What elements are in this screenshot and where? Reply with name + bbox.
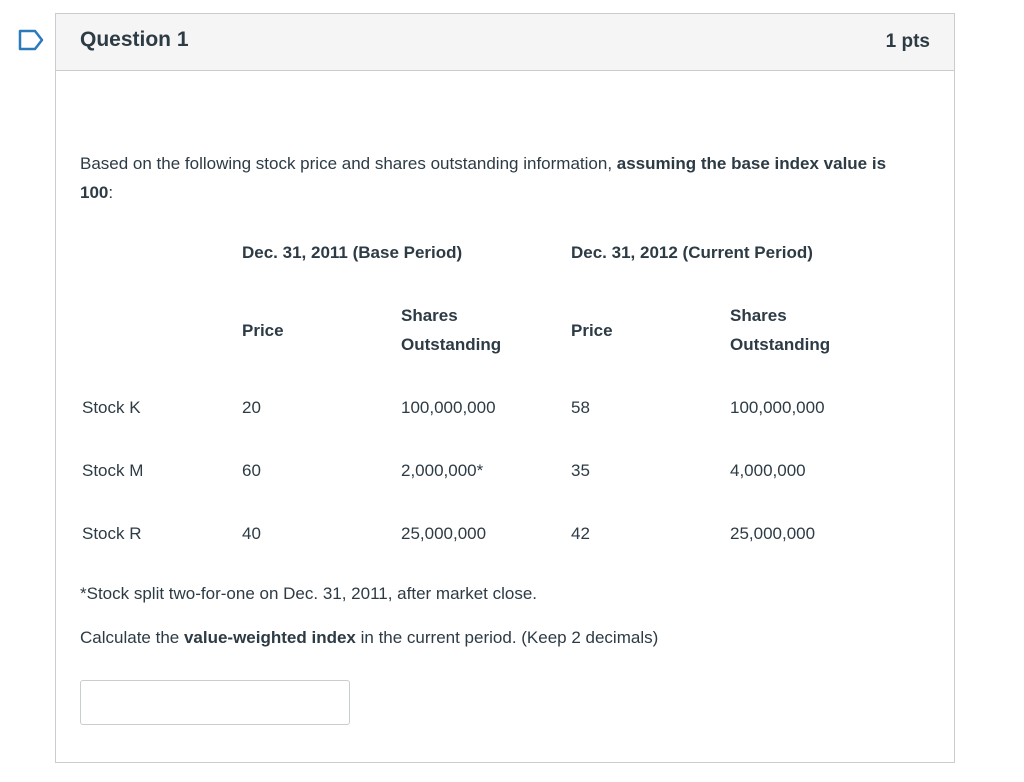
row-base-price: 40 [242, 524, 261, 543]
row-current-shares: 4,000,000 [730, 461, 806, 480]
col-header-base-price: Price [242, 321, 284, 340]
question-title: Question 1 [80, 28, 189, 51]
intro-text: Based on the following stock price and s… [80, 154, 617, 173]
question-intro: Based on the following stock price and s… [80, 149, 920, 207]
prompt-text: Calculate the [80, 628, 184, 647]
row-stock-name: Stock K [82, 398, 141, 417]
group-header-base: Dec. 31, 2011 (Base Period) [242, 243, 463, 262]
row-stock-name: Stock R [82, 524, 142, 543]
question-points: 1 pts [885, 31, 930, 52]
row-base-price: 60 [242, 461, 261, 480]
footnote: *Stock split two-for-one on Dec. 31, 201… [80, 584, 538, 603]
bookmark-flag-icon[interactable] [18, 29, 44, 51]
col-header-line2: Outstanding [401, 335, 502, 354]
question-header: Question 1 1 pts [56, 14, 954, 71]
row-current-shares: 100,000,000 [730, 398, 825, 417]
row-stock-name: Stock M [82, 461, 144, 480]
col-header-base-shares: Shares Outstanding [401, 301, 501, 359]
question-prompt: Calculate the value-weighted index in th… [80, 623, 658, 652]
row-base-shares: 25,000,000 [401, 524, 487, 543]
row-current-shares: 25,000,000 [730, 524, 816, 543]
prompt-text-end: in the current period. (Keep 2 decimals) [355, 628, 659, 647]
col-header-line1: Shares [730, 306, 787, 325]
question-card: Question 1 1 pts Based on the following … [55, 13, 955, 763]
row-current-price: 42 [571, 524, 590, 543]
col-header-line1: Shares [401, 306, 458, 325]
col-header-current-shares: Shares Outstanding [730, 301, 830, 359]
row-base-price: 20 [242, 398, 261, 417]
col-header-line2: Outstanding [730, 335, 831, 354]
prompt-bold-text: value-weighted index [183, 628, 356, 647]
row-base-shares: 100,000,000 [401, 398, 496, 417]
group-header-current: Dec. 31, 2012 (Current Period) [571, 243, 813, 262]
answer-input[interactable] [80, 680, 350, 725]
row-current-price: 58 [571, 398, 590, 417]
col-header-current-price: Price [571, 321, 613, 340]
row-current-price: 35 [571, 461, 590, 480]
intro-end: : [108, 183, 114, 202]
row-base-shares: 2,000,000* [401, 461, 484, 480]
